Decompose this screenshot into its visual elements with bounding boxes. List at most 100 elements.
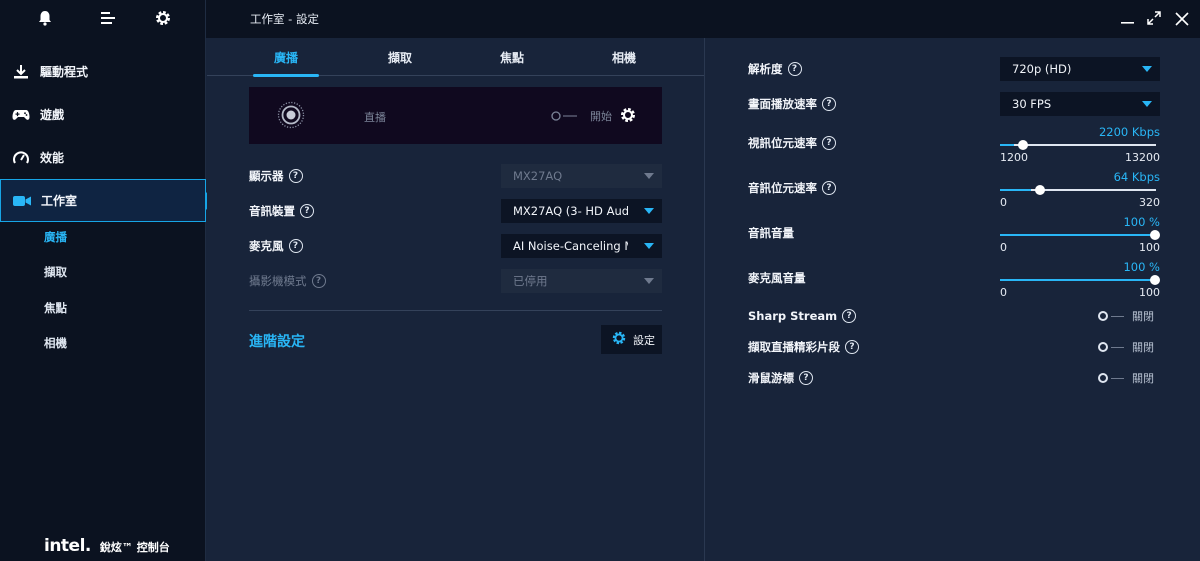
brand: intel. 銳炫™ 控制台 — [44, 536, 170, 556]
highlights-label: 擷取直播精彩片段 — [748, 340, 840, 354]
mic-volume-value: 100 % — [1123, 260, 1160, 274]
mic-volume-label: 麥克風音量 — [748, 271, 806, 285]
camera-mode-label: 攝影機模式 — [249, 274, 307, 288]
expand-icon[interactable] — [1146, 10, 1162, 26]
tab-focus[interactable]: 焦點 — [479, 38, 545, 76]
sub-item-camera[interactable]: 相機 — [44, 326, 194, 362]
help-icon[interactable]: ? — [845, 340, 859, 354]
help-icon[interactable]: ? — [300, 204, 314, 218]
audio-bitrate-slider[interactable]: 64 Kbps 0 320 — [1000, 170, 1160, 210]
camera-mode-value: 已停用 — [513, 274, 548, 288]
start-label: 開始 — [590, 110, 612, 123]
sub-item-focus[interactable]: 焦點 — [44, 290, 194, 326]
audio-volume-label: 音訊音量 — [748, 226, 794, 240]
settings-button-label: 設定 — [633, 333, 655, 347]
mic-volume-slider[interactable]: 100 % 0 100 — [1000, 260, 1160, 300]
broadcast-settings-panel: 廣播 擷取 焦點 相機 直播 開始 顯示器 ? MX27AQ 音訊裝置 ? MX… — [207, 38, 704, 561]
audio-device-label: 音訊裝置 — [249, 204, 295, 218]
audio-volume-slider[interactable]: 100 % 0 100 — [1000, 215, 1160, 255]
slider-thumb[interactable] — [1150, 275, 1160, 285]
divider — [249, 310, 662, 311]
slider-thumb[interactable] — [1018, 140, 1029, 150]
tab-broadcast[interactable]: 廣播 — [253, 38, 319, 77]
sidebar-item-studio[interactable]: 工作室 — [0, 179, 214, 222]
mic-volume-row: 麥克風音量 — [748, 269, 806, 287]
help-icon[interactable]: ? — [288, 239, 303, 253]
gear-icon[interactable] — [154, 9, 172, 27]
framerate-row: 畫面播放速率 ? — [748, 95, 836, 113]
audio-bitrate-label: 音訊位元速率 — [748, 181, 817, 195]
camera-icon — [13, 192, 31, 210]
stream-quality-panel: 解析度 ? 720p (HD) 畫面播放速率 ? 30 FPS 視訊位元速率 ?… — [705, 38, 1200, 561]
cursor-toggle[interactable]: 關閉 — [1098, 370, 1154, 386]
sharp-stream-toggle[interactable]: 關閉 — [1098, 308, 1154, 324]
camera-mode-row: 攝影機模式 ? — [249, 269, 326, 293]
tab-bar: 廣播 擷取 焦點 相機 — [207, 38, 704, 77]
highlights-row: 擷取直播精彩片段 ? — [748, 338, 859, 356]
framerate-select[interactable]: 30 FPS — [1000, 92, 1160, 116]
settings-button[interactable]: 設定 — [601, 325, 662, 354]
sidebar-item-label: 效能 — [40, 151, 65, 165]
chevron-down-icon — [1142, 66, 1152, 72]
mic-row: 麥克風 ? — [249, 234, 303, 258]
mic-value: AI Noise-Canceling M··· — [513, 239, 628, 253]
slider-fill — [1000, 234, 1156, 236]
sidebar-item-label: 工作室 — [41, 194, 78, 208]
help-icon[interactable]: ? — [787, 62, 802, 76]
video-bitrate-slider[interactable]: 2200 Kbps 1200 13200 — [1000, 125, 1160, 165]
start-toggle[interactable] — [551, 110, 581, 125]
gauge-icon — [12, 149, 30, 167]
display-label: 顯示器 — [249, 169, 284, 183]
menu-lines-icon[interactable] — [99, 9, 117, 27]
mic-select[interactable]: AI Noise-Canceling M··· — [501, 234, 662, 258]
gamepad-icon — [12, 106, 30, 124]
sub-item-capture[interactable]: 擷取 — [44, 255, 194, 291]
tab-capture[interactable]: 擷取 — [367, 38, 433, 76]
toggle-state: 關閉 — [1132, 310, 1154, 323]
help-icon[interactable]: ? — [842, 309, 857, 323]
sidebar-item-performance[interactable]: 效能 — [0, 136, 206, 179]
slider-thumb[interactable] — [1150, 230, 1160, 240]
chevron-down-icon — [644, 173, 654, 179]
help-icon[interactable]: ? — [822, 181, 836, 195]
live-label: 直播 — [364, 111, 386, 124]
sidebar-nav: 驅動程式 遊戲 效能 工作室 — [0, 50, 214, 222]
display-value: MX27AQ — [513, 169, 563, 183]
help-icon[interactable]: ? — [799, 371, 813, 385]
window-title: 工作室 - 設定 — [250, 12, 319, 26]
toggle-knob — [1098, 311, 1108, 321]
audio-device-select[interactable]: MX27AQ (3- HD Audi··· — [501, 199, 662, 223]
advanced-settings-label: 進階設定 — [249, 334, 305, 350]
slider-max: 100 — [1139, 241, 1160, 254]
download-icon — [12, 63, 30, 81]
sidebar-item-label: 驅動程式 — [40, 65, 89, 79]
audio-volume-row: 音訊音量 — [748, 224, 794, 242]
resolution-select[interactable]: 720p (HD) — [1000, 57, 1160, 81]
resolution-value: 720p (HD) — [1012, 62, 1072, 76]
preview-gear-icon[interactable] — [619, 106, 637, 124]
sidebar: 驅動程式 遊戲 效能 工作室 廣播 擷取 焦點 相機 intel. 銳炫™ 控制 — [0, 0, 214, 561]
slider-thumb[interactable] — [1035, 185, 1046, 195]
broadcast-preview: 直播 開始 — [249, 87, 662, 144]
minimize-icon[interactable] — [1120, 10, 1136, 26]
resolution-label: 解析度 — [748, 62, 783, 76]
framerate-label: 畫面播放速率 — [748, 97, 817, 111]
help-icon[interactable]: ? — [822, 136, 836, 150]
toggle-state: 關閉 — [1132, 341, 1154, 354]
live-broadcast-icon — [277, 101, 305, 129]
help-icon[interactable]: ? — [288, 169, 303, 183]
close-icon[interactable] — [1174, 10, 1190, 26]
mic-label: 麥克風 — [249, 239, 284, 253]
sidebar-item-drivers[interactable]: 驅動程式 — [0, 50, 206, 93]
slider-max: 320 — [1139, 196, 1160, 209]
sidebar-item-games[interactable]: 遊戲 — [0, 93, 206, 136]
help-icon[interactable]: ? — [822, 97, 836, 111]
highlights-toggle[interactable]: 關閉 — [1098, 339, 1154, 355]
video-bitrate-label: 視訊位元速率 — [748, 136, 817, 150]
sub-item-broadcast[interactable]: 廣播 — [44, 219, 194, 255]
bell-icon[interactable] — [36, 9, 54, 27]
tab-camera[interactable]: 相機 — [591, 38, 657, 76]
gear-icon — [611, 330, 627, 349]
toggle-knob — [1098, 342, 1108, 352]
studio-sub-nav: 廣播 擷取 焦點 相機 — [44, 219, 194, 361]
